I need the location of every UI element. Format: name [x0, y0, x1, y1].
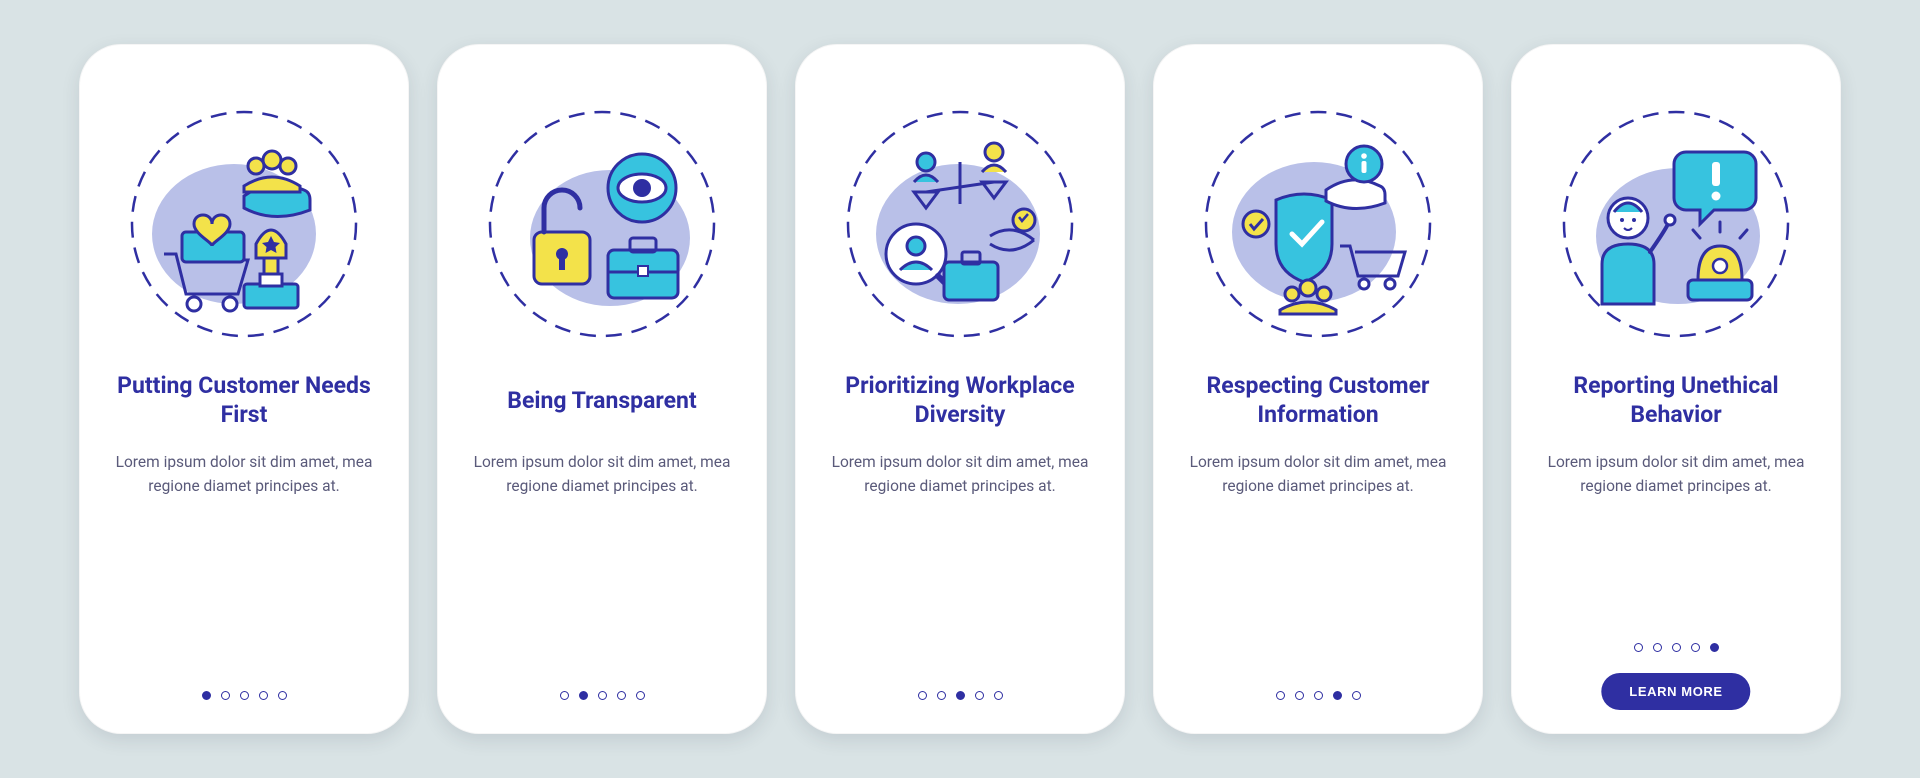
pagination-dot[interactable]	[1333, 691, 1342, 700]
pagination-dot[interactable]	[240, 691, 249, 700]
pagination-dot[interactable]	[1314, 691, 1323, 700]
pagination-dot[interactable]	[956, 691, 965, 700]
pagination-dot[interactable]	[937, 691, 946, 700]
pagination-dot[interactable]	[1276, 691, 1285, 700]
onboarding-card: Prioritizing Workplace Diversity Lorem i…	[795, 44, 1125, 734]
pagination-dot[interactable]	[1634, 643, 1643, 652]
pagination-dot[interactable]	[617, 691, 626, 700]
card-description: Lorem ipsum dolor sit dim amet, mea regi…	[114, 450, 374, 498]
customer-first-icon	[124, 104, 364, 344]
pagination-dots	[1511, 643, 1841, 652]
pagination-dot[interactable]	[918, 691, 927, 700]
onboarding-card: Being Transparent Lorem ipsum dolor sit …	[437, 44, 767, 734]
card-description: Lorem ipsum dolor sit dim amet, mea regi…	[830, 450, 1090, 498]
pagination-dot[interactable]	[975, 691, 984, 700]
pagination-dots	[437, 691, 767, 700]
pagination-dot[interactable]	[994, 691, 1003, 700]
pagination-dots	[795, 691, 1125, 700]
learn-more-button[interactable]: LEARN MORE	[1601, 673, 1750, 710]
card-title: Prioritizing Workplace Diversity	[823, 372, 1097, 430]
pagination-dot[interactable]	[278, 691, 287, 700]
onboarding-card: Respecting Customer Information Lorem ip…	[1153, 44, 1483, 734]
pagination-dots	[79, 691, 409, 700]
report-unethical-icon	[1556, 104, 1796, 344]
pagination-dot[interactable]	[1352, 691, 1361, 700]
transparent-icon	[482, 104, 722, 344]
pagination-dot[interactable]	[598, 691, 607, 700]
card-title: Putting Customer Needs First	[107, 372, 381, 430]
pagination-dot[interactable]	[579, 691, 588, 700]
onboarding-card: Reporting Unethical Behavior Lorem ipsum…	[1511, 44, 1841, 734]
customer-info-icon	[1198, 104, 1438, 344]
pagination-dots	[1153, 691, 1483, 700]
pagination-dot[interactable]	[259, 691, 268, 700]
card-title: Reporting Unethical Behavior	[1539, 372, 1813, 430]
pagination-dot[interactable]	[1295, 691, 1304, 700]
card-description: Lorem ipsum dolor sit dim amet, mea regi…	[1188, 450, 1448, 498]
card-title: Respecting Customer Information	[1181, 372, 1455, 430]
pagination-dot[interactable]	[1653, 643, 1662, 652]
pagination-dot[interactable]	[560, 691, 569, 700]
diversity-icon	[840, 104, 1080, 344]
pagination-dot[interactable]	[1691, 643, 1700, 652]
pagination-dot[interactable]	[1672, 643, 1681, 652]
pagination-dot[interactable]	[221, 691, 230, 700]
pagination-dot[interactable]	[636, 691, 645, 700]
card-description: Lorem ipsum dolor sit dim amet, mea regi…	[472, 450, 732, 498]
card-title: Being Transparent	[507, 372, 696, 430]
card-description: Lorem ipsum dolor sit dim amet, mea regi…	[1546, 450, 1806, 498]
onboarding-card: Putting Customer Needs First Lorem ipsum…	[79, 44, 409, 734]
pagination-dot[interactable]	[202, 691, 211, 700]
pagination-dot[interactable]	[1710, 643, 1719, 652]
